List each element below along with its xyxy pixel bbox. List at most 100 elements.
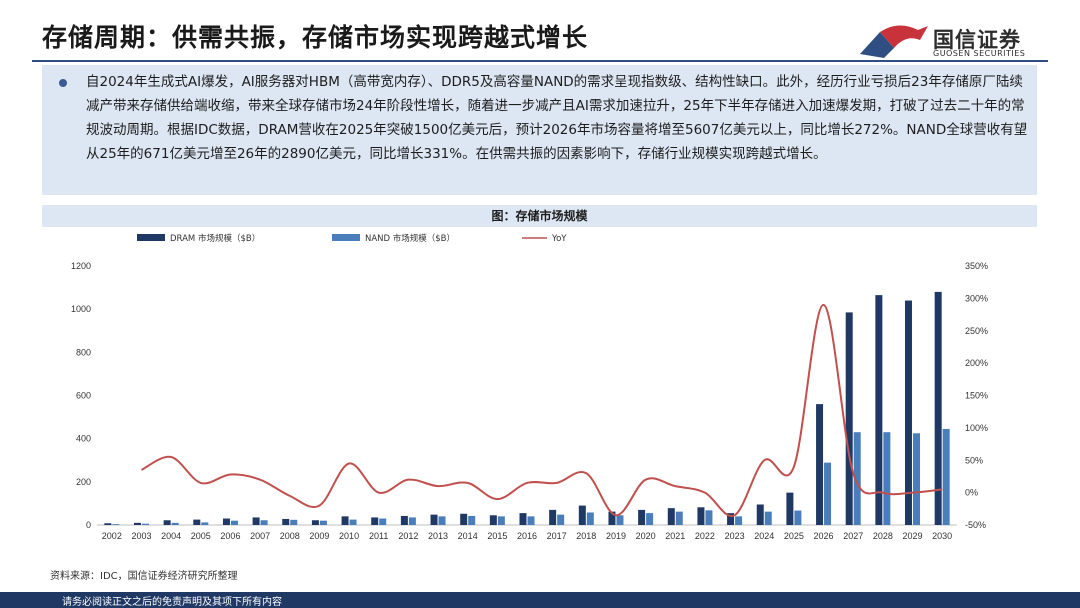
y-right-tick-label: 150% <box>965 391 988 401</box>
dram-bar <box>282 518 290 525</box>
x-tick-label: 2029 <box>903 531 923 541</box>
x-tick-label: 2018 <box>576 531 596 541</box>
x-tick-label: 2006 <box>220 531 240 541</box>
x-tick-label: 2023 <box>725 531 745 541</box>
y-left-tick-label: 0 <box>86 520 91 530</box>
nand-bar <box>646 513 654 525</box>
bullet-icon <box>59 79 67 87</box>
x-tick-label: 2019 <box>606 531 626 541</box>
nand-bar <box>883 432 891 525</box>
dram-bar <box>371 517 379 525</box>
nand-bar <box>112 524 120 525</box>
nand-bar <box>379 518 387 525</box>
dram-bar <box>489 515 497 525</box>
dram-bar <box>193 519 201 525</box>
legend-nand-swatch <box>332 234 360 241</box>
footer-bar: 请务必阅读正文之后的免责声明及其项下所有内容 <box>0 592 1080 608</box>
x-tick-label: 2026 <box>814 531 834 541</box>
y-right-tick-label: 200% <box>965 358 988 368</box>
company-logo: 国信证券 GUOSEN SECURITIES <box>858 22 1048 64</box>
nand-bar <box>705 510 713 525</box>
chart-title-bar: 图：存储市场规模 <box>42 205 1037 227</box>
logo-mark-icon <box>860 25 928 58</box>
nand-bar <box>527 516 535 525</box>
dram-bar <box>163 520 171 525</box>
y-left-tick-label: 1000 <box>71 304 91 314</box>
nand-bar <box>557 514 565 525</box>
nand-bar <box>468 515 476 525</box>
legend-nand-label: NAND 市场规模（$B） <box>365 233 455 244</box>
dram-bar <box>756 504 764 525</box>
dram-bar <box>341 516 349 525</box>
x-tick-label: 2002 <box>102 531 122 541</box>
x-tick-label: 2005 <box>191 531 211 541</box>
dram-bar <box>578 505 586 525</box>
x-tick-label: 2016 <box>517 531 537 541</box>
x-tick-label: 2027 <box>843 531 863 541</box>
nand-bar <box>942 428 950 525</box>
dram-bar <box>697 507 705 525</box>
nand-bar <box>735 516 743 525</box>
nand-bar <box>349 519 357 525</box>
x-tick-label: 2009 <box>309 531 329 541</box>
x-tick-label: 2028 <box>873 531 893 541</box>
dram-bar <box>905 300 913 525</box>
nand-bar <box>171 522 179 525</box>
y-left-tick-label: 400 <box>76 434 91 444</box>
page-title: 存储周期：供需共振，存储市场实现跨越式增长 <box>42 23 589 52</box>
dram-bar <box>430 514 438 525</box>
nand-bar <box>141 523 149 525</box>
x-tick-label: 2025 <box>784 531 804 541</box>
dram-bar <box>311 520 319 525</box>
x-tick-label: 2007 <box>250 531 270 541</box>
x-tick-label: 2017 <box>547 531 567 541</box>
dram-bar <box>519 513 527 525</box>
nand-bar <box>794 510 802 525</box>
x-tick-label: 2004 <box>161 531 181 541</box>
nand-bar <box>586 512 594 525</box>
dram-bar <box>667 508 675 525</box>
dram-bar <box>845 312 853 525</box>
nand-bar <box>438 516 446 525</box>
nand-bar <box>913 433 921 525</box>
dram-bar <box>786 492 794 525</box>
dram-bar <box>252 517 260 525</box>
y-right-tick-label: 100% <box>965 423 988 433</box>
dram-bar <box>549 509 557 525</box>
nand-bar <box>824 462 832 525</box>
x-tick-label: 2014 <box>458 531 478 541</box>
x-tick-label: 2011 <box>369 531 388 541</box>
y-right-tick-label: 0% <box>965 488 978 498</box>
y-left-tick-label: 200 <box>76 477 91 487</box>
dram-bar <box>875 295 883 525</box>
legend-dram-label: DRAM 市场规模（$B） <box>170 233 260 244</box>
dram-bar <box>222 518 230 525</box>
nand-bar <box>497 516 505 525</box>
summary-text: 自2024年生成式AI爆发，AI服务器对HBM（高带宽内存）、DDR5及高容量N… <box>86 74 1028 162</box>
nand-bar <box>230 520 238 525</box>
x-tick-label: 2030 <box>932 531 952 541</box>
legend-yoy-label: YoY <box>551 234 567 244</box>
x-tick-label: 2008 <box>280 531 300 541</box>
x-tick-label: 2013 <box>428 531 448 541</box>
market-size-chart: 0 200 400 600 800 1000 1200 -50% 0% 50% 100% 150% 20… <box>71 233 988 541</box>
logo-subtext: GUOSEN SECURITIES <box>933 49 1026 58</box>
x-tick-label: 2003 <box>131 531 151 541</box>
x-tick-label: 2022 <box>695 531 715 541</box>
footer-disclaimer: 请务必阅读正文之后的免责声明及其项下所有内容 <box>62 597 282 608</box>
y-right-tick-label: 50% <box>965 455 983 465</box>
nand-bar <box>764 511 772 525</box>
y-right-tick-label: 250% <box>965 326 988 336</box>
x-tick-label: 2010 <box>339 531 359 541</box>
dram-bar <box>816 404 824 525</box>
y-left-tick-label: 1200 <box>71 261 91 271</box>
x-tick-label: 2015 <box>487 531 507 541</box>
dram-bar <box>104 523 112 525</box>
dram-bar <box>133 522 141 525</box>
source-note: 资料来源：IDC，国信证券经济研究所整理 <box>50 571 238 582</box>
y-right-tick-label: -50% <box>965 520 986 530</box>
nand-bar <box>201 522 209 525</box>
summary-panel: 自2024年生成式AI爆发，AI服务器对HBM（高带宽内存）、DDR5及高容量N… <box>42 65 1037 195</box>
y-right-tick-label: 350% <box>965 261 988 271</box>
x-tick-label: 2020 <box>636 531 656 541</box>
